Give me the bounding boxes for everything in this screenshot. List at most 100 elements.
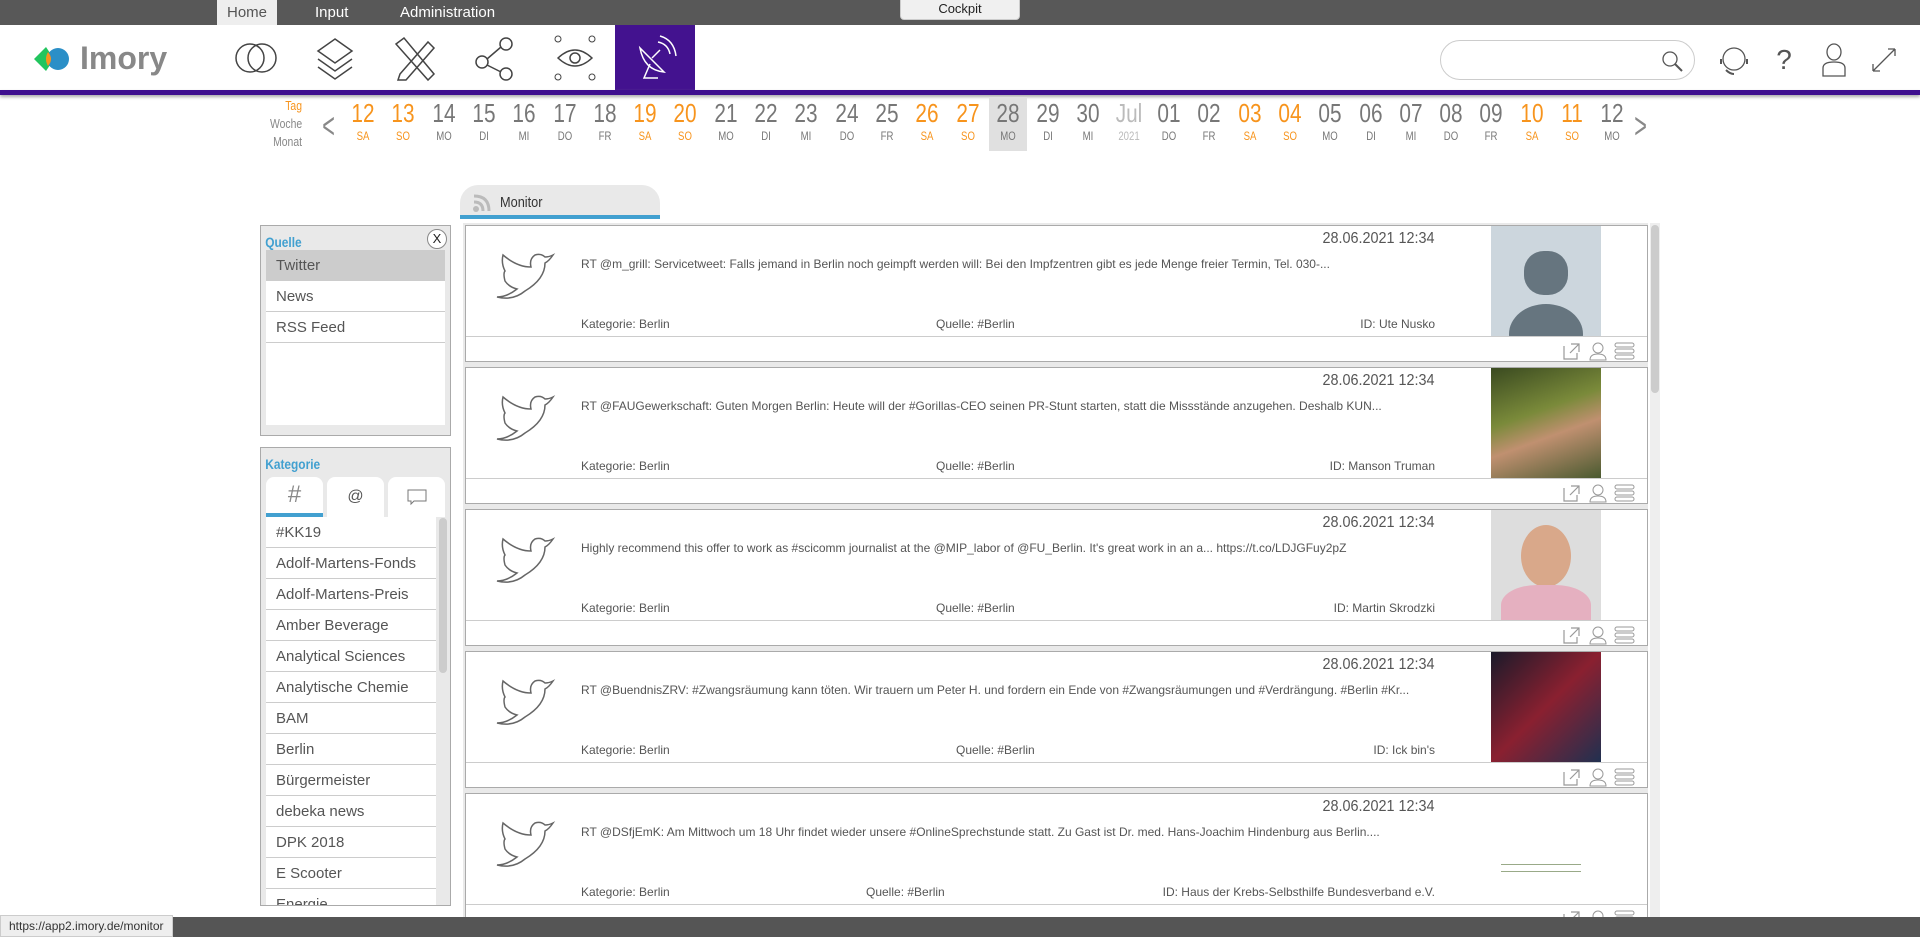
- date-18[interactable]: 30 MI: [1069, 97, 1107, 151]
- nav-pencil-ruler-icon[interactable]: [375, 25, 455, 90]
- tab-monitor[interactable]: Monitor: [460, 185, 660, 219]
- nav-layers-icon[interactable]: [295, 25, 375, 90]
- mode-woche[interactable]: Woche: [270, 116, 302, 131]
- date-17[interactable]: 29 DI: [1029, 97, 1067, 151]
- post-card[interactable]: 28.06.2021 12:34 RT @m_grill: Servicetwe…: [465, 225, 1648, 362]
- prev-chevron-icon[interactable]: <: [322, 105, 335, 147]
- date-26[interactable]: 07 MI: [1392, 97, 1430, 151]
- tab-hashtag[interactable]: #: [266, 477, 323, 517]
- date-27[interactable]: 08 DO: [1432, 97, 1470, 151]
- external-link-icon[interactable]: [1561, 625, 1581, 645]
- date-11[interactable]: 23 MI: [787, 97, 825, 151]
- category-item[interactable]: Energie: [266, 889, 436, 905]
- user-icon[interactable]: [1816, 42, 1852, 78]
- category-item[interactable]: Analytical Sciences: [266, 641, 436, 672]
- mode-monat[interactable]: Monat: [270, 134, 302, 149]
- post-image[interactable]: [1491, 368, 1601, 478]
- date-16[interactable]: 28 MO: [988, 97, 1027, 151]
- category-item[interactable]: Adolf-Martens-Preis: [266, 579, 436, 610]
- post-image[interactable]: [1491, 652, 1601, 762]
- date-13[interactable]: 25 FR: [868, 97, 906, 151]
- post-text[interactable]: Highly recommend this offer to work as #…: [581, 537, 1481, 559]
- external-link-icon[interactable]: [1561, 909, 1581, 917]
- post-card[interactable]: 28.06.2021 12:34 RT @FAUGewerkschaft: Gu…: [465, 367, 1648, 504]
- date-28[interactable]: 09 FR: [1472, 97, 1510, 151]
- user-icon[interactable]: [1588, 483, 1608, 503]
- date-1[interactable]: 13 SO: [384, 97, 422, 151]
- tab-mentions[interactable]: @: [327, 477, 384, 517]
- post-card[interactable]: 28.06.2021 12:34 Highly recommend this o…: [465, 509, 1648, 646]
- expand-icon[interactable]: [1866, 42, 1902, 78]
- date-6[interactable]: 18 FR: [586, 97, 624, 151]
- category-item[interactable]: #KK19: [266, 517, 436, 548]
- date-31[interactable]: 12 MO: [1593, 97, 1631, 151]
- date-7[interactable]: 19 SA: [626, 97, 664, 151]
- date-24[interactable]: 05 MO: [1311, 97, 1349, 151]
- date-2[interactable]: 14 MO: [425, 97, 463, 151]
- date-23[interactable]: 04 SO: [1271, 97, 1309, 151]
- date-10[interactable]: 22 DI: [747, 97, 785, 151]
- date-3[interactable]: 15 DI: [465, 97, 503, 151]
- source-news[interactable]: News: [266, 281, 445, 312]
- menu-icon[interactable]: [1614, 767, 1636, 787]
- nav-eye-network-icon[interactable]: [535, 25, 615, 90]
- source-twitter[interactable]: Twitter: [266, 250, 445, 281]
- tab-input[interactable]: Input: [305, 0, 358, 25]
- logo[interactable]: Imory: [30, 40, 167, 77]
- menu-icon[interactable]: [1614, 483, 1636, 503]
- external-link-icon[interactable]: [1561, 483, 1581, 503]
- category-item[interactable]: BAM: [266, 703, 436, 734]
- category-item[interactable]: debeka news: [266, 796, 436, 827]
- help-icon[interactable]: ?: [1766, 42, 1802, 78]
- post-card[interactable]: 28.06.2021 12:34 RT @DSfjEmK: Am Mittwoc…: [465, 793, 1648, 917]
- date-12[interactable]: 24 DO: [828, 97, 866, 151]
- nav-venn-icon[interactable]: [215, 25, 295, 90]
- external-link-icon[interactable]: [1561, 341, 1581, 361]
- nav-share-icon[interactable]: [455, 25, 535, 90]
- menu-icon[interactable]: [1614, 625, 1636, 645]
- feed-scroll-thumb[interactable]: [1651, 225, 1659, 393]
- post-image[interactable]: [1491, 794, 1601, 904]
- nav-satellite-dish-icon[interactable]: [615, 25, 695, 90]
- menu-icon[interactable]: [1614, 909, 1636, 917]
- category-scrollbar[interactable]: [439, 518, 447, 673]
- category-item[interactable]: Adolf-Martens-Fonds: [266, 548, 436, 579]
- date-22[interactable]: 03 SA: [1231, 97, 1269, 151]
- search-input[interactable]: [1455, 41, 1655, 77]
- next-chevron-icon[interactable]: >: [1634, 105, 1647, 147]
- date-20[interactable]: 01 DO: [1150, 97, 1188, 151]
- search-box[interactable]: [1440, 40, 1695, 80]
- category-item[interactable]: Amber Beverage: [266, 610, 436, 641]
- post-text[interactable]: RT @m_grill: Servicetweet: Falls jemand …: [581, 253, 1481, 275]
- category-item[interactable]: Berlin: [266, 734, 436, 765]
- cockpit-tab[interactable]: Cockpit: [900, 0, 1020, 20]
- menu-icon[interactable]: [1614, 341, 1636, 361]
- post-image[interactable]: [1491, 510, 1601, 620]
- user-icon[interactable]: [1588, 341, 1608, 361]
- date-25[interactable]: 06 DI: [1352, 97, 1390, 151]
- mode-tag[interactable]: Tag: [270, 98, 302, 113]
- post-text[interactable]: RT @BuendnisZRV: #Zwangsräumung kann töt…: [581, 679, 1481, 701]
- date-4[interactable]: 16 MI: [505, 97, 543, 151]
- tab-administration[interactable]: Administration: [390, 0, 505, 25]
- search-icon[interactable]: [1660, 49, 1684, 73]
- post-text[interactable]: RT @FAUGewerkschaft: Guten Morgen Berlin…: [581, 395, 1481, 417]
- date-5[interactable]: 17 DO: [546, 97, 584, 151]
- date-19[interactable]: Jul 2021: [1110, 97, 1148, 151]
- feed-scrollbar[interactable]: [1650, 223, 1660, 917]
- category-item[interactable]: E Scooter: [266, 858, 436, 889]
- date-21[interactable]: 02 FR: [1190, 97, 1228, 151]
- category-item[interactable]: Bürgermeister: [266, 765, 436, 796]
- post-image[interactable]: [1491, 226, 1601, 336]
- date-30[interactable]: 11 SO: [1553, 97, 1591, 151]
- category-item[interactable]: DPK 2018: [266, 827, 436, 858]
- date-29[interactable]: 10 SA: [1513, 97, 1551, 151]
- user-icon[interactable]: [1588, 625, 1608, 645]
- date-14[interactable]: 26 SA: [908, 97, 946, 151]
- close-button[interactable]: X: [427, 229, 447, 249]
- external-link-icon[interactable]: [1561, 767, 1581, 787]
- date-9[interactable]: 21 MO: [707, 97, 745, 151]
- category-item[interactable]: Analytische Chemie: [266, 672, 436, 703]
- tab-home[interactable]: Home: [217, 0, 278, 25]
- tab-comments[interactable]: [388, 477, 445, 517]
